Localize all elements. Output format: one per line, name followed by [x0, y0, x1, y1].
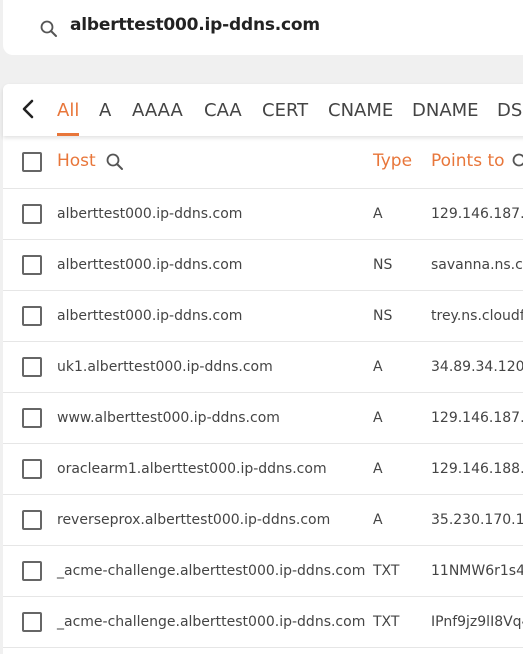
table-row[interactable]: alberttest000.ip-ddns.com NS savanna.ns.…	[3, 240, 523, 291]
type-column-header[interactable]: Type	[373, 151, 412, 171]
row-points-to: savanna.ns.clo	[431, 257, 523, 273]
tab-a[interactable]: A	[99, 100, 111, 121]
row-host: www.alberttest000.ip-ddns.com	[57, 410, 280, 426]
table-row[interactable]: uk1.alberttest000.ip-ddns.com A 34.89.34…	[3, 342, 523, 393]
row-checkbox[interactable]	[22, 408, 42, 428]
row-checkbox[interactable]	[22, 459, 42, 479]
row-host: oraclearm1.alberttest000.ip-ddns.com	[57, 461, 327, 477]
row-checkbox[interactable]	[22, 255, 42, 275]
row-checkbox[interactable]	[22, 510, 42, 530]
row-points-to: trey.ns.cloudfla	[431, 308, 523, 324]
host-column-header[interactable]: Host	[57, 151, 96, 171]
table-row[interactable]: _acme-challenge.alberttest000.ip-ddns.co…	[3, 546, 523, 597]
row-type: NS	[373, 257, 392, 273]
row-points-to: 35.230.170.12	[431, 512, 523, 528]
record-type-tabs: All A AAAA CAA CERT CNAME DNAME DS	[3, 84, 523, 136]
row-points-to: 129.146.187.2	[431, 410, 523, 426]
tab-cert[interactable]: CERT	[262, 100, 308, 121]
table-row[interactable]: reverseprox.alberttest000.ip-ddns.com A …	[3, 495, 523, 546]
points-to-column-header[interactable]: Points to	[431, 151, 505, 171]
row-points-to: IPnf9jz9lI8Vq4	[431, 614, 523, 630]
row-type: A	[373, 206, 383, 222]
row-points-to: 129.146.187.2	[431, 206, 523, 222]
tab-ds[interactable]: DS	[497, 100, 522, 121]
row-points-to: 129.146.188.1	[431, 461, 523, 477]
table-row[interactable]: www.alberttest000.ip-ddns.com A 129.146.…	[3, 393, 523, 444]
search-icon[interactable]	[105, 152, 125, 172]
row-host: alberttest000.ip-ddns.com	[57, 257, 242, 273]
row-checkbox[interactable]	[22, 612, 42, 632]
row-type: NS	[373, 308, 392, 324]
table-header: Host Type Points to	[3, 136, 523, 189]
row-checkbox[interactable]	[22, 306, 42, 326]
row-type: TXT	[373, 614, 399, 630]
row-checkbox[interactable]	[22, 204, 42, 224]
row-host: alberttest000.ip-ddns.com	[57, 206, 242, 222]
tab-aaaa[interactable]: AAAA	[132, 100, 183, 121]
row-points-to: 11NMW6r1s4	[431, 563, 523, 579]
tab-caa[interactable]: CAA	[204, 100, 242, 121]
row-checkbox[interactable]	[22, 561, 42, 581]
table-row[interactable]: _acme-challenge.alberttest000.ip-ddns.co…	[3, 597, 523, 648]
search-query[interactable]: alberttest000.ip-ddns.com	[70, 15, 320, 35]
row-host: alberttest000.ip-ddns.com	[57, 308, 242, 324]
table-row[interactable]: alberttest000.ip-ddns.com A 129.146.187.…	[3, 189, 523, 240]
row-checkbox[interactable]	[22, 357, 42, 377]
search-bar[interactable]: alberttest000.ip-ddns.com	[3, 0, 523, 55]
row-host: uk1.alberttest000.ip-ddns.com	[57, 359, 273, 375]
row-host: reverseprox.alberttest000.ip-ddns.com	[57, 512, 330, 528]
row-type: A	[373, 461, 383, 477]
row-type: A	[373, 359, 383, 375]
row-points-to: 34.89.34.120	[431, 359, 523, 375]
select-all-checkbox[interactable]	[22, 152, 42, 172]
row-type: A	[373, 410, 383, 426]
tab-cname[interactable]: CNAME	[328, 100, 393, 121]
dns-records-panel: All A AAAA CAA CERT CNAME DNAME DS Host …	[3, 84, 523, 654]
tab-dname[interactable]: DNAME	[412, 100, 479, 121]
tab-all[interactable]: All	[57, 100, 79, 121]
row-type: A	[373, 512, 383, 528]
table-row[interactable]: alberttest000.ip-ddns.com NS trey.ns.clo…	[3, 291, 523, 342]
chevron-left-icon[interactable]	[17, 97, 39, 121]
row-host: _acme-challenge.alberttest000.ip-ddns.co…	[57, 563, 365, 579]
row-host: _acme-challenge.alberttest000.ip-ddns.co…	[57, 614, 365, 630]
row-type: TXT	[373, 563, 399, 579]
table-row[interactable]: oraclearm1.alberttest000.ip-ddns.com A 1…	[3, 444, 523, 495]
search-icon	[39, 19, 59, 39]
search-icon[interactable]	[511, 152, 523, 172]
